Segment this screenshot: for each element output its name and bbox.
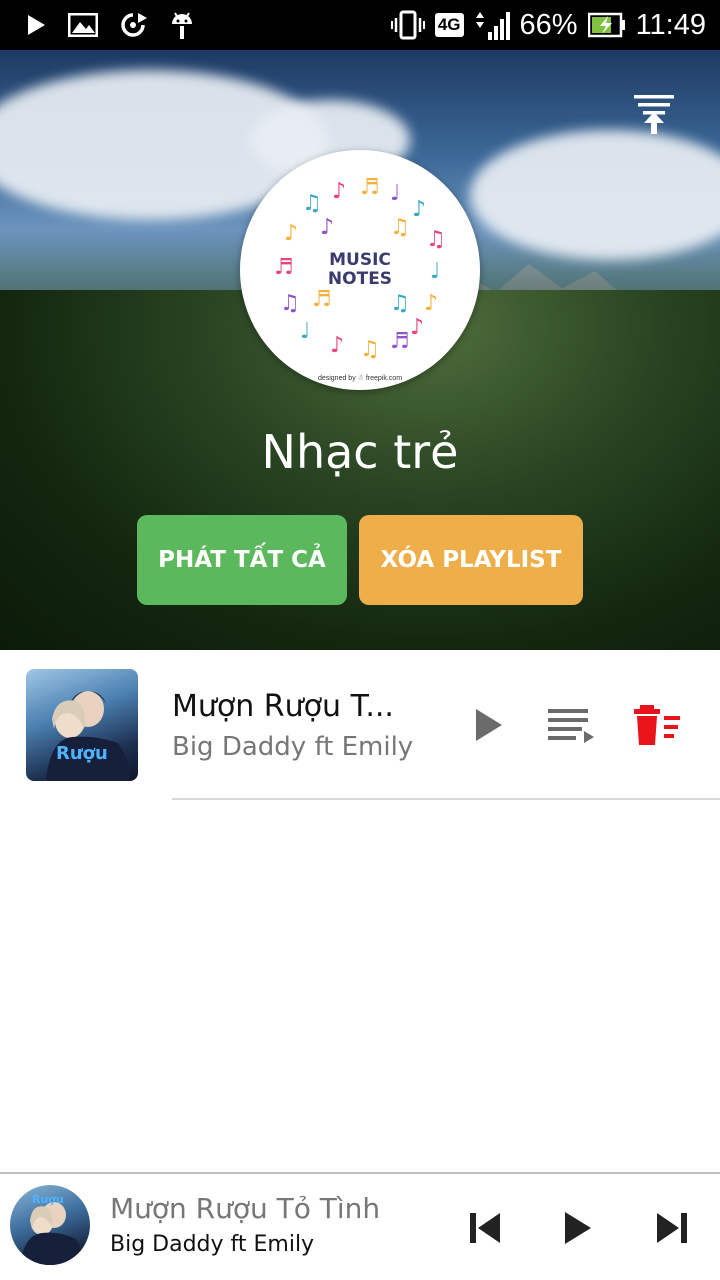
divider <box>172 798 720 800</box>
svg-text:♪: ♪ <box>412 197 426 222</box>
skip-previous-icon <box>470 1213 500 1243</box>
now-playing-artist: Big Daddy ft Emily <box>110 1232 315 1257</box>
play-icon <box>476 709 502 741</box>
scroll-to-top-icon <box>634 95 674 134</box>
svg-text:♫: ♫ <box>390 215 410 240</box>
status-bar: 4G 66% 11:49 <box>0 0 720 50</box>
svg-text:♬: ♬ <box>360 175 380 200</box>
svg-text:♪: ♪ <box>424 291 438 316</box>
svg-text:♫: ♫ <box>390 291 410 316</box>
song-list-item[interactable]: Rượu Mượn Rượu T... Big Daddy ft Emily <box>0 650 720 800</box>
gallery-icon <box>68 13 98 37</box>
svg-text:♫: ♫ <box>302 191 322 216</box>
background-cloud <box>470 130 720 260</box>
play-song-button[interactable] <box>464 702 514 748</box>
svg-text:♩: ♩ <box>390 181 400 206</box>
scroll-to-top-button[interactable] <box>628 90 680 138</box>
battery-percent: 66% <box>519 8 578 41</box>
svg-text:♬: ♬ <box>312 287 332 312</box>
add-to-queue-button[interactable] <box>546 702 596 748</box>
vibrate-icon <box>390 10 425 40</box>
network-type: 4G <box>434 13 464 37</box>
svg-text:Rượu: Rượu <box>32 1193 64 1206</box>
svg-text:Rượu: Rượu <box>56 743 108 764</box>
song-artist: Big Daddy ft Emily <box>172 732 414 762</box>
delete-playlist-button[interactable]: XÓA PLAYLIST <box>359 515 583 605</box>
cover-text-notes: NOTES <box>327 269 393 289</box>
now-playing-title: Mượn Rượu Tỏ Tình <box>110 1192 381 1225</box>
svg-text:♪: ♪ <box>330 333 344 358</box>
svg-text:♩: ♩ <box>300 319 310 344</box>
cover-text-music: MUSIC <box>329 250 391 270</box>
mini-player[interactable]: Rượu Mượn Rượu Tỏ Tình Big Daddy ft Emil… <box>0 1172 720 1280</box>
svg-text:♫: ♫ <box>426 227 446 252</box>
sync-icon <box>120 12 148 38</box>
play-store-icon <box>26 14 46 36</box>
svg-text:♫: ♫ <box>360 337 380 362</box>
svg-text:♬: ♬ <box>390 329 410 354</box>
remove-song-button[interactable] <box>632 702 682 748</box>
battery-charging-icon <box>587 12 626 38</box>
playlist-title: Nhạc trẻ <box>261 425 459 479</box>
delete-icon <box>634 705 680 745</box>
play-icon <box>565 1212 591 1244</box>
svg-text:♪: ♪ <box>320 215 334 240</box>
skip-next-icon <box>657 1213 687 1243</box>
play-button[interactable] <box>556 1206 600 1250</box>
playlist-cover: ♫ ♪ ♬ ♩ ♪ ♪ ♫ ♬ ♩ ♫ ♪ ♩ ♪ ♫ ♬ ♪ ♬ ♫ ♪ ♫ <box>240 150 480 390</box>
svg-text:♪: ♪ <box>284 221 298 246</box>
android-icon <box>170 10 194 40</box>
now-playing-thumbnail: Rượu <box>10 1185 90 1265</box>
queue-icon <box>548 709 594 743</box>
previous-button[interactable] <box>463 1206 507 1250</box>
song-title: Mượn Rượu T... <box>172 689 394 724</box>
signal-icon <box>474 10 510 40</box>
song-thumbnail: Rượu <box>26 669 138 781</box>
next-button[interactable] <box>650 1206 694 1250</box>
clock: 11:49 <box>635 8 706 41</box>
cover-credit: designed by ☃ freepik.com <box>317 375 403 382</box>
svg-text:♪: ♪ <box>410 315 424 340</box>
play-all-button[interactable]: PHÁT TẤT CẢ <box>137 515 347 605</box>
playlist-header: ♫ ♪ ♬ ♩ ♪ ♪ ♫ ♬ ♩ ♫ ♪ ♩ ♪ ♫ ♬ ♪ ♬ ♫ ♪ ♫ <box>0 50 720 650</box>
svg-text:♫: ♫ <box>280 291 300 316</box>
svg-text:♪: ♪ <box>332 179 346 204</box>
